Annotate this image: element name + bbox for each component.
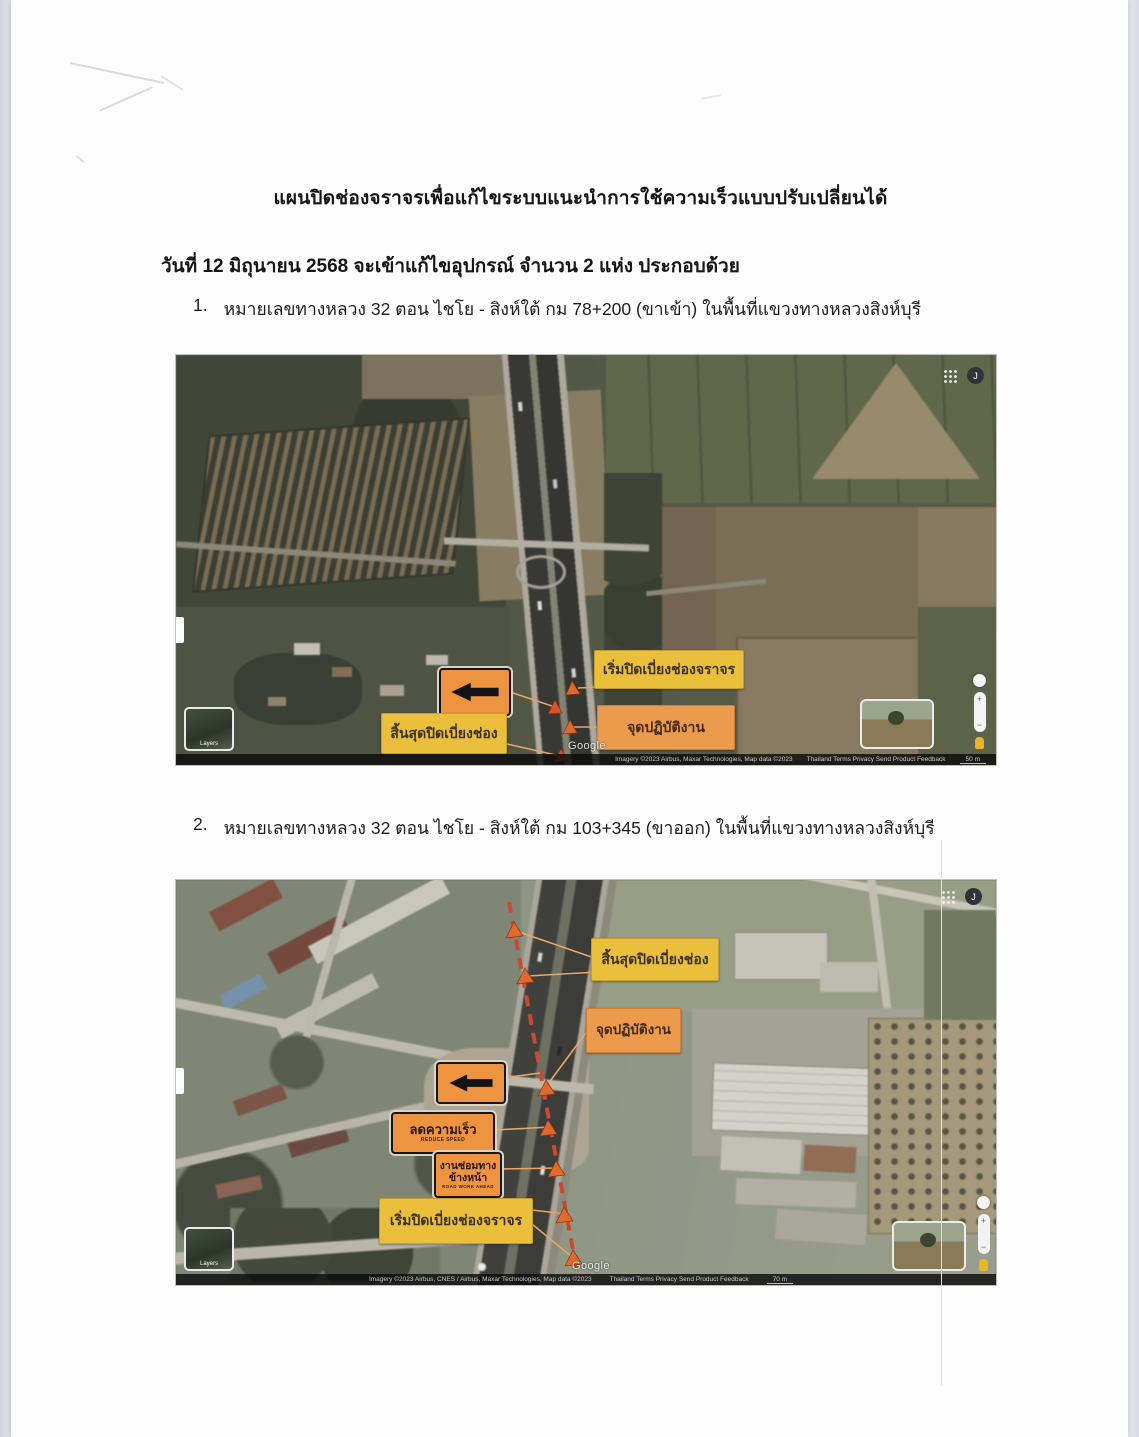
map-attribution-bar: Imagery ©2023 Airbus, Maxar Technologies… (176, 754, 996, 765)
terrain-building (268, 697, 286, 706)
scan-notch (176, 1068, 184, 1094)
map-controls[interactable]: +− (977, 1196, 990, 1271)
zoom-out-icon[interactable]: − (981, 1242, 986, 1252)
terrain-building-white (820, 962, 878, 992)
google-watermark: Google (568, 740, 606, 752)
scan-left-edge (0, 0, 11, 1437)
streetview-thumbnail[interactable] (892, 1221, 966, 1271)
terrain-building (380, 685, 404, 696)
scan-smudge (76, 155, 85, 163)
label-work-point: จุดปฏิบัติงาน (597, 705, 735, 750)
paper-sheet: แผนปิดช่องจราจรเพื่อแก้ไขระบบแนะนำการใช้… (11, 0, 1128, 1437)
account-avatar[interactable]: J (965, 888, 982, 905)
pegman-icon[interactable] (979, 1259, 988, 1271)
list-item-1-number: 1. (193, 295, 208, 323)
compass-icon[interactable] (977, 1196, 990, 1209)
roadwork-line1: งานซ่อมทาง (440, 1160, 497, 1172)
attribution-links[interactable]: Thailand Terms Privacy Send Product Feed… (807, 756, 946, 763)
layers-button[interactable]: Layers (184, 1227, 234, 1271)
map-1-satellite-image: เริ่มปิดเบี่ยงช่องจราจร จุดปฏิบัติงาน สิ… (176, 355, 996, 765)
layers-label: Layers (200, 741, 218, 747)
terrain-building-white (734, 932, 828, 980)
terrain-field (362, 355, 512, 399)
map-2-terrain (176, 880, 996, 1285)
scale-label: 50 m (960, 756, 986, 764)
scan-smudge (70, 62, 164, 84)
vehicle (557, 1047, 562, 1057)
reduce-speed-sign: ลดความเร็ว REDUCE SPEED (391, 1112, 495, 1154)
detour-arrow-sign (439, 668, 511, 716)
pegman-icon[interactable] (975, 737, 984, 749)
vehicle (540, 1166, 545, 1176)
terrain-building (332, 667, 352, 677)
label-work-point: จุดปฏิบัติงาน (586, 1008, 681, 1053)
vehicle (553, 479, 558, 488)
streetview-thumbnail[interactable] (860, 699, 934, 749)
attribution-text: Imagery ©2023 Airbus, Maxar Technologies… (615, 756, 792, 763)
roadwork-subtext: ROAD WORK AHEAD (442, 1184, 494, 1189)
terrain-building-white (775, 1209, 867, 1245)
scanned-document-page: แผนปิดช่องจราจรเพื่อแก้ไขระบบแนะนำการใช้… (0, 0, 1139, 1437)
terrain-green (924, 910, 996, 1020)
reduce-speed-text: ลดความเร็ว (410, 1123, 477, 1138)
layers-button[interactable]: Layers (184, 707, 234, 751)
zoom-in-icon[interactable]: + (977, 694, 982, 704)
terrain-building (426, 655, 448, 665)
vehicle (571, 668, 576, 677)
label-end-closure: สิ้นสุดปิดเบี่ยงช่อง (381, 713, 507, 754)
uturn-loop (516, 555, 566, 589)
terrain-building (294, 643, 320, 655)
detour-arrow-sign (436, 1062, 506, 1104)
list-item-2-number: 2. (193, 814, 208, 842)
apps-grid-icon[interactable] (943, 369, 958, 384)
scan-smudge (701, 94, 721, 99)
scan-smudge (99, 86, 153, 111)
roadwork-line2: ข้างหน้า (449, 1172, 487, 1184)
terrain-building-white (736, 1178, 857, 1208)
list-item-2-text: หมายเลขทางหลวง 32 ตอน ไชโย - สิงห์ใต้ กม… (224, 814, 935, 842)
roadwork-ahead-sign: งานซ่อมทาง ข้างหน้า ROAD WORK AHEAD (434, 1152, 502, 1198)
left-arrow-icon (448, 681, 502, 703)
apps-grid-icon[interactable] (941, 890, 956, 905)
list-item-1-text: หมายเลขทางหลวง 32 ตอน ไชโย - สิงห์ใต้ กม… (224, 295, 921, 323)
road-dot (478, 1263, 486, 1271)
account-avatar[interactable]: J (967, 367, 984, 384)
scan-notch (176, 617, 184, 643)
vehicle (537, 601, 542, 610)
label-start-closure: เริ่มปิดเบี่ยงช่องจราจร (594, 650, 744, 689)
layers-label: Layers (200, 1261, 218, 1267)
attribution-text: Imagery ©2023 Airbus, CNES / Airbus, Max… (369, 1276, 592, 1283)
terrain-plantation-rows (192, 417, 470, 593)
scan-crease-line (941, 840, 942, 1385)
reduce-speed-subtext: REDUCE SPEED (421, 1138, 465, 1144)
scale-label: 70 m (767, 1276, 793, 1284)
terrain-roof-rust (803, 1145, 856, 1174)
zoom-controls[interactable]: +− (978, 1214, 990, 1254)
terrain-building-white (720, 1136, 802, 1174)
attribution-links[interactable]: Thailand Terms Privacy Send Product Feed… (610, 1276, 749, 1283)
map-controls[interactable]: +− (973, 674, 986, 749)
vehicle (537, 953, 542, 963)
zoom-out-icon[interactable]: − (977, 720, 982, 730)
label-end-closure: สิ้นสุดปิดเบี่ยงช่อง (591, 938, 719, 981)
map-2-satellite-image: สิ้นสุดปิดเบี่ยงช่อง จุดปฏิบัติงาน ลดควา… (176, 880, 996, 1285)
terrain-pond (234, 653, 362, 725)
list-item-1: 1. หมายเลขทางหลวง 32 ตอน ไชโย - สิงห์ใต้… (193, 295, 921, 323)
zoom-in-icon[interactable]: + (981, 1216, 986, 1226)
scan-right-edge (1128, 0, 1139, 1437)
vehicle (518, 402, 523, 411)
left-arrow-icon (446, 1073, 496, 1093)
document-intro-line: วันที่ 12 มิถุนายน 2568 จะเข้าแก้ไขอุปกร… (161, 251, 740, 281)
label-start-closure: เริ่มปิดเบี่ยงช่องจราจร (379, 1198, 533, 1244)
document-title: แผนปิดช่องจราจรเพื่อแก้ไขระบบแนะนำการใช้… (11, 183, 1139, 213)
map-attribution-bar: Imagery ©2023 Airbus, CNES / Airbus, Max… (176, 1274, 996, 1285)
google-watermark: Google (572, 1260, 610, 1272)
compass-icon[interactable] (973, 674, 986, 687)
zoom-controls[interactable]: +− (974, 692, 986, 732)
list-item-2: 2. หมายเลขทางหลวง 32 ตอน ไชโย - สิงห์ใต้… (193, 814, 935, 842)
